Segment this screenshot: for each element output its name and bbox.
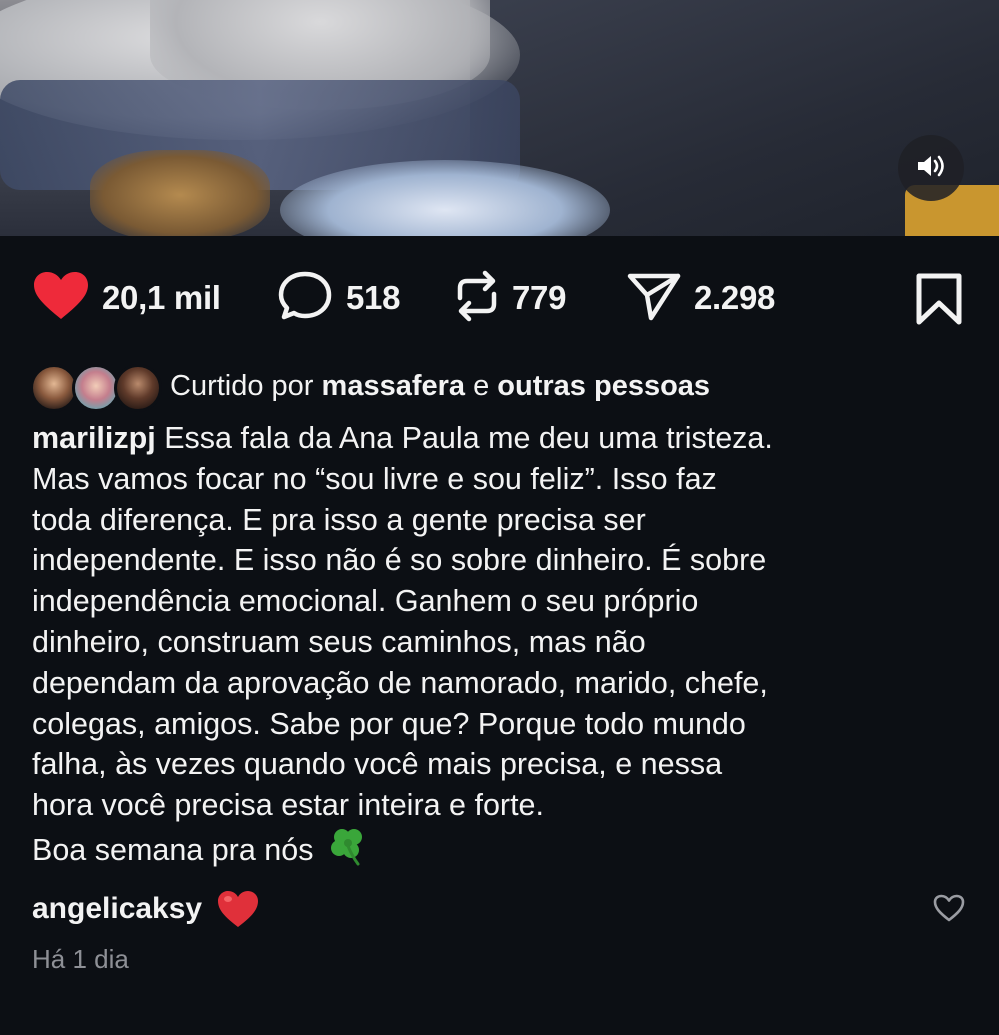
comment-like-button[interactable] [932,893,966,928]
avatar [114,364,162,412]
caption-closing: Boa semana pra nós [32,832,314,867]
post-action-bar: 20,1 mil 518 779 2.298 [0,262,999,334]
caption-line: hora você precisa estar inteira e forte. [32,788,544,823]
repost-icon [454,270,500,327]
top-comment: angelicaksy [32,884,972,934]
comment-username[interactable]: angelicaksy [32,892,202,926]
caption-line: falha, às vezes quando você mais precisa… [32,747,723,782]
caption-line: Mas vamos focar no “sou livre e sou feli… [32,461,717,496]
volume-icon [916,153,946,184]
four-leaf-clover-icon [328,826,368,877]
avatar [72,364,120,412]
share-button[interactable]: 2.298 [626,262,775,334]
caption-line: toda diferença. E pra isso a gente preci… [32,502,646,537]
caption-line: Essa fala da Ana Paula me deu uma triste… [155,421,773,455]
comment-like-heart-icon [932,894,966,927]
red-heart-emoji-icon [216,889,260,929]
volume-button[interactable] [898,135,964,201]
avatar [30,364,78,412]
post-caption: marilizpj Essa fala da Ana Paula me deu … [32,418,982,877]
like-count: 20,1 mil [102,279,221,316]
liked-by-text: Curtido por massafera e outras pessoas [170,370,710,403]
comment-button[interactable]: 518 [278,262,400,334]
caption-line: colegas, amigos. Sabe por que? Porque to… [32,706,746,741]
heart-icon [32,271,90,326]
liked-by-connector: e [473,369,490,402]
share-icon [626,270,682,327]
caption-line: independente. E isso não é so sobre dinh… [32,543,767,578]
liker-avatars [30,364,162,412]
comment-icon [278,270,334,327]
repost-count: 779 [512,279,567,316]
caption-line: independência emocional. Ganhem o seu pr… [32,584,699,619]
post-video[interactable] [0,0,999,236]
liked-by-others-link[interactable]: outras pessoas [497,370,710,402]
liked-by-prefix: Curtido por [170,369,314,402]
liked-by-row[interactable]: Curtido por massafera e outras pessoas [30,364,710,412]
repost-button[interactable]: 779 [454,262,566,334]
caption-username[interactable]: marilizpj [32,421,156,455]
liked-by-user-link[interactable]: massafera [322,370,466,402]
comment-count: 518 [346,279,401,316]
caption-line: dinheiro, construam seus caminhos, mas n… [32,624,646,659]
share-count: 2.298 [694,279,776,316]
video-blur-region [90,150,270,236]
bookmark-icon [913,273,965,330]
like-button[interactable]: 20,1 mil [32,262,221,334]
post-timestamp: Há 1 dia [32,944,129,974]
caption-line: dependam da aprovação de namorado, marid… [32,665,768,700]
save-button[interactable] [913,272,965,331]
